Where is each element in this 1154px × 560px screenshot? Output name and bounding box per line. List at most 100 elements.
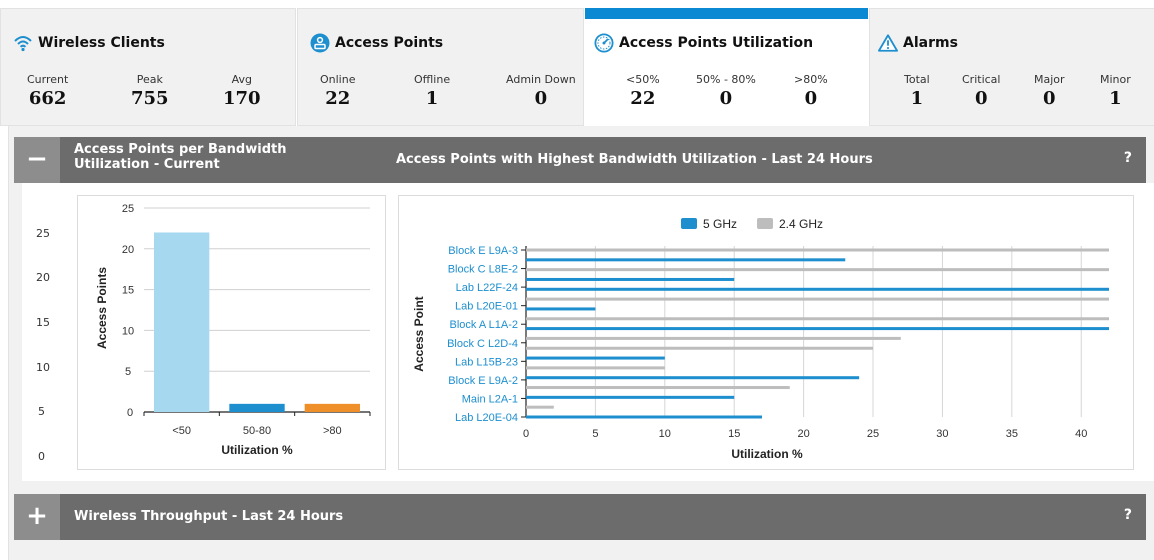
x-tick-label: 5: [592, 428, 598, 440]
legend-swatch: [681, 218, 697, 229]
throughput-title: Wireless Throughput - Last 24 Hours: [74, 509, 344, 524]
y-axis-label: Access Point: [412, 296, 426, 371]
y-tick-label: 0: [127, 407, 133, 419]
outer-tick: 5: [38, 405, 45, 418]
bar: [526, 297, 1109, 301]
gauge-icon: [594, 33, 614, 53]
x-tick-label: 30: [936, 428, 948, 440]
bandwidth-panel-header: − Access Points per Bandwidth Utilizatio…: [14, 137, 1146, 183]
bar: [526, 336, 901, 340]
x-axis-label: Utilization %: [731, 447, 803, 461]
x-tick-label: 20: [797, 428, 809, 440]
alarms-title: Alarms: [878, 33, 958, 53]
outer-tick: 0: [38, 450, 45, 463]
legend-label: 5 GHz: [703, 217, 737, 231]
y-axis-label: Access Points: [95, 267, 109, 349]
stat-online: Online 22: [320, 73, 356, 109]
bar: [526, 405, 554, 409]
wireless-clients-title: Wireless Clients: [13, 33, 165, 53]
bar: [526, 268, 1109, 272]
ap-utilization-title: Access Points Utilization: [594, 33, 813, 53]
category-label: Lab L20E-04: [455, 412, 518, 424]
help-button[interactable]: ?: [1124, 150, 1132, 166]
bar: [526, 258, 846, 262]
access-points-tile[interactable]: Access Points Online 22 Offline 1 Admin …: [297, 8, 584, 126]
stat-total: Total 1: [904, 73, 930, 109]
x-axis-label: Utilization %: [221, 443, 293, 457]
category-label: Block E L9A-3: [448, 245, 518, 257]
category-label: Block C L2D-4: [447, 338, 518, 350]
bar: [304, 403, 360, 412]
bar: [229, 403, 285, 412]
access-point-icon: [310, 33, 330, 53]
help-button[interactable]: ?: [1124, 507, 1132, 523]
current-utilization-chart: 0 5 10 15 20 25 <50 50-80 >80 Utilization % Access…: [77, 195, 386, 470]
active-tab-indicator: [585, 8, 868, 19]
wifi-icon: [13, 33, 33, 53]
stat-under-50: <50% 22: [626, 73, 660, 109]
y-tick-label: 20: [122, 244, 134, 256]
bar: [526, 395, 735, 399]
bar-chart: 0 5 10 15 20 25 <50 50-80 >80 Utilization % Access…: [95, 203, 371, 457]
stat-minor: Minor 1: [1100, 73, 1131, 109]
current-utilization-title: Access Points per Bandwidth Utilization …: [74, 142, 287, 172]
stat-major: Major 0: [1034, 73, 1065, 109]
expand-button[interactable]: +: [14, 494, 60, 540]
bar: [526, 277, 735, 281]
collapse-button[interactable]: −: [14, 137, 60, 183]
wireless-clients-tile[interactable]: Wireless Clients Current 662 Peak 755 Av…: [0, 8, 296, 126]
x-tick-label: 10: [659, 428, 671, 440]
category-label: Main L2A-1: [462, 393, 518, 405]
bar: [154, 232, 210, 412]
x-tick-label: >80: [323, 425, 342, 437]
x-tick-label: 50-80: [243, 425, 271, 437]
horizontal-bar-chart: 5 GHz 2.4 GHz 0 5 10 15 20 25 30 35 40 Block E L9A-…: [412, 217, 1109, 461]
bar: [526, 366, 665, 370]
stat-avg: Avg 170: [223, 73, 261, 109]
stat-admin-down: Admin Down 0: [506, 73, 576, 109]
ap-utilization-tile[interactable]: Access Points Utilization <50% 22 50% - …: [585, 8, 868, 126]
x-tick-label: 25: [867, 428, 879, 440]
bar: [526, 356, 665, 360]
bar: [526, 248, 1109, 252]
access-points-title: Access Points: [310, 33, 443, 53]
category-label: Block A L1A-2: [450, 319, 519, 331]
alarms-tile[interactable]: Alarms Total 1 Critical 0 Major 0 Minor …: [869, 8, 1154, 126]
legend-label: 2.4 GHz: [779, 217, 823, 231]
x-tick-label: 40: [1075, 428, 1087, 440]
stat-over-80: >80% 0: [794, 73, 828, 109]
bar: [526, 376, 860, 380]
outer-tick: 20: [36, 271, 50, 284]
y-tick-label: 5: [125, 366, 131, 378]
bar: [526, 386, 790, 390]
bar: [526, 327, 1109, 331]
outer-tick: 25: [36, 227, 50, 240]
x-tick-label: 0: [523, 428, 529, 440]
bar: [526, 317, 1109, 321]
x-tick-label: 35: [1006, 428, 1018, 440]
y-tick-label: 15: [122, 285, 134, 297]
highest-utilization-chart: 5 GHz 2.4 GHz 0 5 10 15 20 25 30 35 40 Block E L9A-…: [398, 195, 1134, 470]
category-label: Lab L20E-01: [455, 301, 518, 313]
outer-tick: 15: [36, 316, 50, 329]
stat-offline: Offline 1: [414, 73, 451, 109]
warning-icon: [878, 33, 898, 53]
stat-critical: Critical 0: [962, 73, 1001, 109]
category-label: Block C L8E-2: [448, 264, 518, 276]
kpi-strip: Wireless Clients Current 662 Peak 755 Av…: [0, 0, 1154, 126]
bar: [526, 307, 596, 311]
stat-50-80: 50% - 80% 0: [696, 73, 756, 109]
throughput-panel-header: + Wireless Throughput - Last 24 Hours ?: [14, 494, 1146, 540]
category-label: Lab L22F-24: [456, 282, 518, 294]
bar: [526, 415, 762, 419]
x-tick-label: <50: [172, 425, 191, 437]
category-label: Lab L15B-23: [455, 356, 518, 368]
x-tick-label: 15: [728, 428, 740, 440]
stat-current: Current 662: [27, 73, 69, 109]
bar: [526, 346, 874, 350]
outer-tick: 10: [36, 361, 50, 374]
y-tick-label: 10: [122, 325, 134, 337]
category-label: Block E L9A-2: [448, 375, 518, 387]
stat-peak: Peak 755: [131, 73, 169, 109]
highest-utilization-title: Access Points with Highest Bandwidth Uti…: [396, 152, 873, 167]
